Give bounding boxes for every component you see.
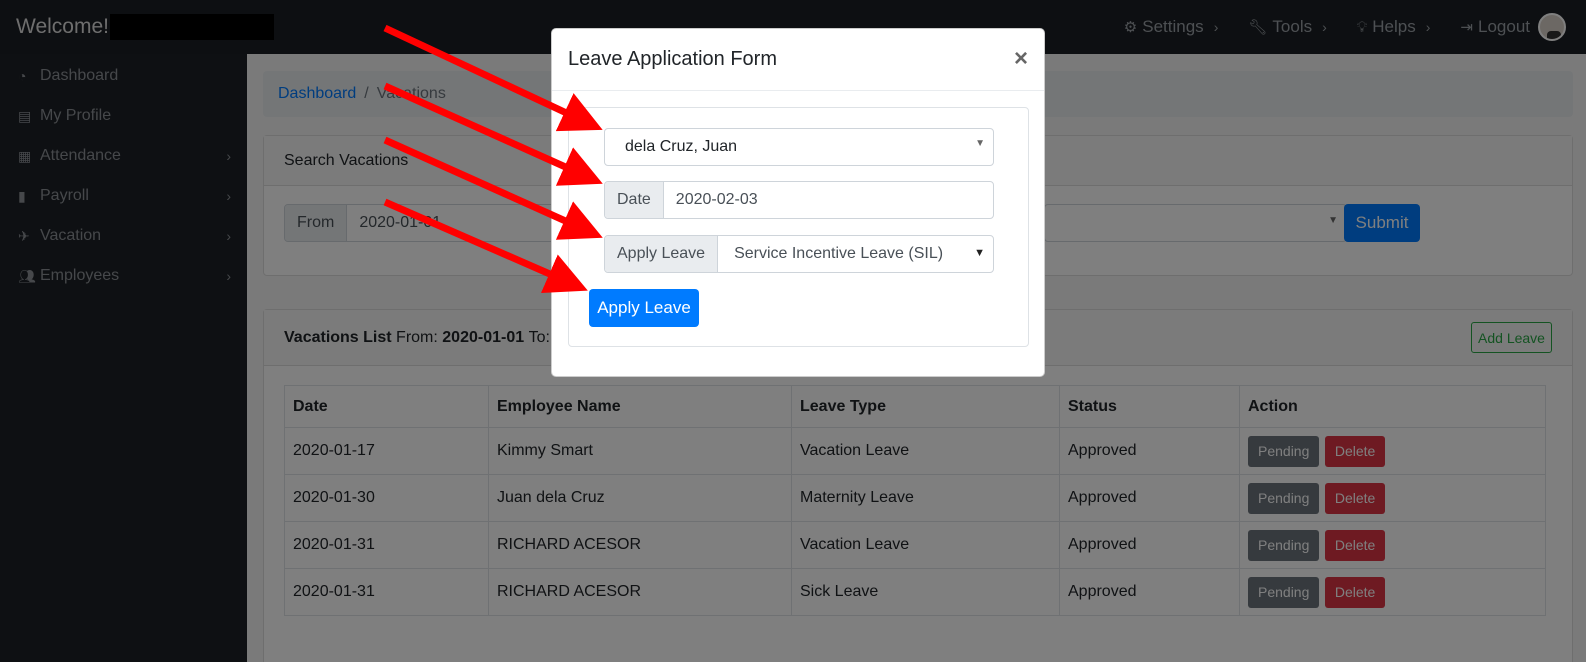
date-input[interactable]: 2020-02-03 (664, 182, 993, 218)
date-group: Date 2020-02-03 (604, 181, 994, 219)
apply-leave-label: Apply Leave (605, 236, 719, 272)
leave-application-modal: Leave Application Form × dela Cruz, Juan… (551, 28, 1045, 377)
leave-type-select[interactable]: Service Incentive Leave (SIL) (718, 236, 993, 272)
employee-select-value: dela Cruz, Juan (625, 138, 738, 155)
employee-select[interactable]: dela Cruz, Juan ▼ (604, 128, 994, 166)
leave-type-group: Apply Leave Service Incentive Leave (SIL… (604, 235, 994, 273)
leave-form: dela Cruz, Juan ▼ Date 2020-02-03 Apply … (568, 107, 1029, 347)
modal-title: Leave Application Form (568, 48, 778, 70)
caret-down-icon: ▼ (975, 138, 985, 149)
apply-leave-button[interactable]: Apply Leave (589, 289, 699, 327)
modal-header: Leave Application Form × (552, 29, 1044, 91)
close-icon[interactable]: × (1014, 45, 1028, 73)
caret-down-icon: ▼ (974, 247, 985, 259)
date-label: Date (605, 182, 664, 218)
